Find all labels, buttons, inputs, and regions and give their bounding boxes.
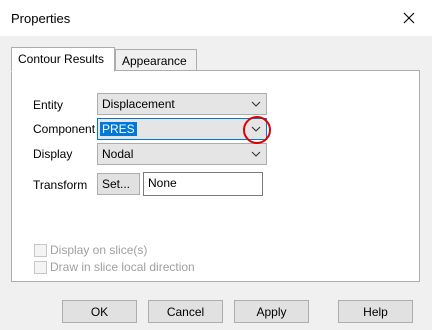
entity-value: Displacement <box>102 97 175 111</box>
transform-value-field[interactable]: None <box>143 172 263 196</box>
window-title: Properties <box>11 11 71 26</box>
component-dropdown[interactable]: PRES <box>97 118 267 140</box>
display-dropdown[interactable]: Nodal <box>97 143 267 165</box>
close-icon <box>403 12 415 24</box>
properties-dialog: Properties Contour Results Appearance En… <box>0 0 432 330</box>
chevron-down-icon <box>251 101 261 107</box>
highlight-circle <box>243 116 271 144</box>
chevron-down-icon <box>251 151 261 157</box>
display-value: Nodal <box>102 147 134 161</box>
tab-label: Appearance <box>122 54 187 68</box>
ok-button[interactable]: OK <box>62 300 137 323</box>
tab-contour-results[interactable]: Contour Results <box>11 47 115 72</box>
tab-label: Contour Results <box>18 52 105 66</box>
entity-dropdown[interactable]: Displacement <box>97 93 267 115</box>
tab-appearance[interactable]: Appearance <box>115 49 197 71</box>
title-bar: Properties <box>0 0 432 36</box>
cancel-button[interactable]: Cancel <box>148 300 223 323</box>
close-button[interactable] <box>386 0 432 36</box>
transform-set-button[interactable]: Set... <box>97 173 140 195</box>
component-value: PRES <box>100 122 137 136</box>
apply-button[interactable]: Apply <box>234 300 309 323</box>
help-button[interactable]: Help <box>338 300 413 323</box>
